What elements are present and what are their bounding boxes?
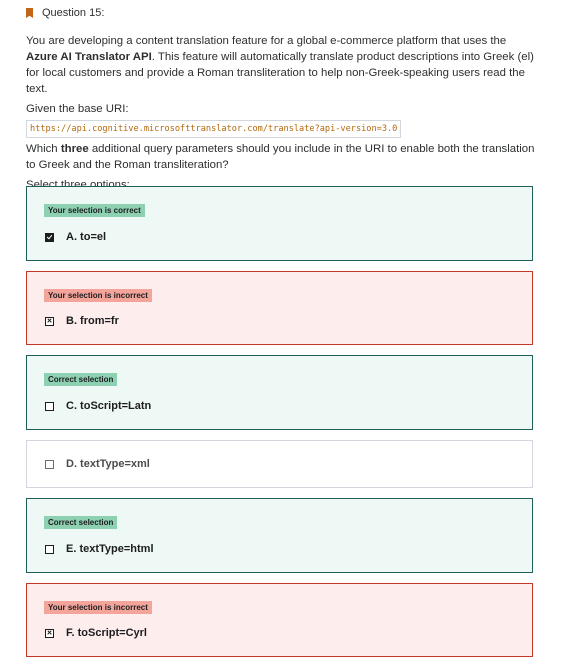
result-badge: Your selection is incorrect [44, 601, 152, 614]
question-panel: Question 15: You are developing a conten… [0, 0, 570, 665]
question-prompt: You are developing a content translation… [26, 33, 536, 193]
checkbox-unchecked-icon[interactable] [45, 459, 54, 469]
result-badge: Correct selection [44, 516, 118, 529]
result-badge: Your selection is correct [44, 204, 145, 217]
option-label: A. to=el [66, 231, 107, 243]
question-header: Question 15: [26, 4, 104, 22]
checkbox-crossed-icon[interactable] [45, 628, 54, 638]
checkbox-unchecked-icon[interactable] [45, 401, 54, 411]
question-text: Which three additional query parameters … [26, 141, 536, 173]
bookmark-icon[interactable] [26, 8, 33, 18]
option-label: B. from=fr [66, 315, 119, 327]
option-label: C. toScript=Latn [66, 400, 152, 412]
option-label: E. textType=html [66, 543, 154, 555]
option-row[interactable]: A. to=el [45, 229, 106, 245]
result-badge: Your selection is incorrect [44, 289, 152, 302]
given-label: Given the base URI: [26, 103, 129, 115]
question-count: three [60, 143, 89, 155]
option-a[interactable]: Your selection is correct A. to=el [26, 186, 533, 261]
option-row[interactable]: C. toScript=Latn [45, 398, 151, 414]
result-badge: Correct selection [44, 373, 118, 386]
scenario-text: You are developing a content translation… [26, 33, 536, 97]
question-label: Question 15: [42, 7, 105, 19]
option-row[interactable]: F. toScript=Cyrl [45, 625, 147, 641]
option-label: D. textType=xml [66, 458, 150, 470]
option-d[interactable]: D. textType=xml [26, 440, 533, 488]
question-text-end: additional query parameters should you i… [26, 143, 535, 171]
product-name: Azure AI Translator API [26, 51, 152, 63]
option-c[interactable]: Correct selection C. toScript=Latn [26, 355, 533, 430]
question-text-start: Which [26, 143, 61, 155]
option-row[interactable]: B. from=fr [45, 313, 119, 329]
option-label: F. toScript=Cyrl [66, 627, 147, 639]
checkbox-crossed-icon[interactable] [45, 316, 54, 326]
option-row[interactable]: D. textType=xml [45, 456, 150, 472]
option-b[interactable]: Your selection is incorrect B. from=fr [26, 271, 533, 345]
scenario-text-start: You are developing a content translation… [26, 35, 507, 47]
checkbox-unchecked-icon[interactable] [45, 544, 54, 554]
base-uri: https://api.cognitive.microsofttranslato… [26, 120, 402, 138]
option-f[interactable]: Your selection is incorrect F. toScript=… [26, 583, 533, 657]
option-e[interactable]: Correct selection E. textType=html [26, 498, 533, 573]
option-row[interactable]: E. textType=html [45, 541, 154, 557]
checkbox-checked-icon[interactable] [45, 232, 54, 242]
